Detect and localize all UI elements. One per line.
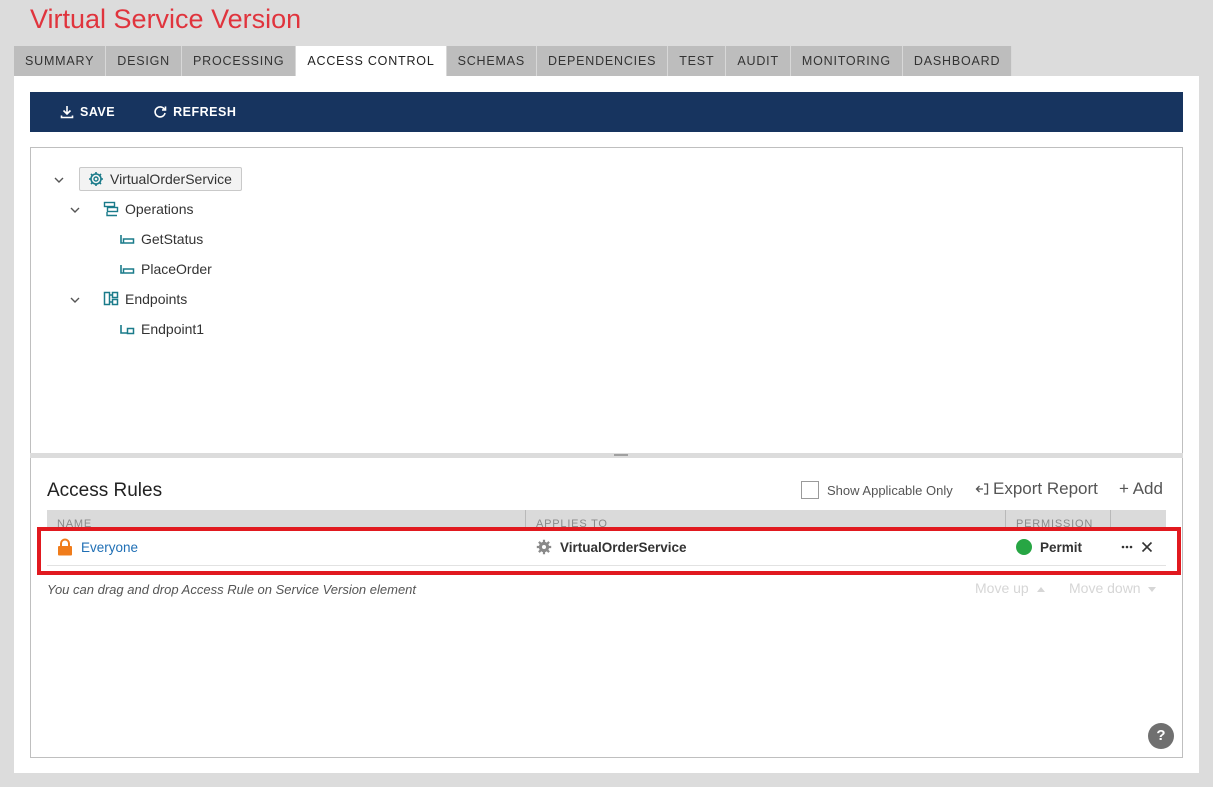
operation-icon <box>119 261 135 277</box>
column-header-name[interactable]: NAME <box>57 518 92 528</box>
more-options-icon[interactable] <box>1121 545 1133 549</box>
getstatus-label: GetStatus <box>141 231 204 247</box>
tab-schemas[interactable]: SCHEMAS <box>446 46 537 76</box>
rule-name-cell: Everyone <box>57 528 138 566</box>
page-title: Virtual Service Version <box>30 4 302 34</box>
add-rule-button[interactable]: + Add <box>1119 479 1163 499</box>
tab-monitoring[interactable]: MONITORING <box>790 46 903 76</box>
rule-name-link[interactable]: Everyone <box>81 540 138 555</box>
operations-label: Operations <box>125 201 194 217</box>
caret-up-icon <box>1036 586 1045 592</box>
tab-access-control[interactable]: ACCESS CONTROL <box>296 46 447 76</box>
gear-icon <box>536 539 552 555</box>
caret-down-icon <box>1148 586 1157 592</box>
tree-root-node[interactable]: VirtualOrderService <box>79 167 242 191</box>
endpoint-icon <box>119 321 135 337</box>
refresh-label: REFRESH <box>173 105 237 119</box>
column-header-applies-to[interactable]: APPLIES TO <box>536 518 608 528</box>
tab-dashboard[interactable]: DASHBOARD <box>902 46 1013 76</box>
rule-permission-value: Permit <box>1040 539 1083 555</box>
service-tree: VirtualOrderService Operations GetStatus… <box>30 147 1183 453</box>
column-divider[interactable] <box>1110 510 1111 528</box>
move-up-button[interactable]: Move up <box>975 580 1045 596</box>
tree-node-getstatus[interactable]: GetStatus <box>119 227 203 251</box>
chevron-down-icon[interactable] <box>68 293 82 307</box>
gear-icon <box>88 171 104 187</box>
tab-audit[interactable]: AUDIT <box>726 46 791 76</box>
export-report-label: Export Report <box>993 479 1098 498</box>
tab-processing[interactable]: PROCESSING <box>182 46 297 76</box>
endpoint1-label: Endpoint1 <box>141 321 205 337</box>
tree-root-label: VirtualOrderService <box>110 171 232 187</box>
export-report-button[interactable]: Export Report <box>975 479 1098 499</box>
splitter-grip[interactable] <box>614 454 628 456</box>
download-icon <box>60 106 74 119</box>
show-applicable-only-label: Show Applicable Only <box>827 482 953 498</box>
column-divider[interactable] <box>525 510 526 528</box>
tab-design[interactable]: DESIGN <box>106 46 183 76</box>
tree-node-endpoints[interactable]: Endpoints <box>103 287 187 311</box>
rules-grid-header: NAME APPLIES TO PERMISSION <box>47 510 1166 528</box>
export-icon <box>975 483 989 495</box>
drag-drop-hint: You can drag and drop Access Rule on Ser… <box>47 582 417 597</box>
access-rules-title: Access Rules <box>47 480 163 501</box>
operations-icon <box>103 201 119 217</box>
save-button[interactable]: SAVE <box>60 105 115 119</box>
delete-rule-icon[interactable] <box>1141 541 1153 553</box>
tree-node-endpoint1[interactable]: Endpoint1 <box>119 317 204 341</box>
access-rules-panel: Access Rules Show Applicable Only Export… <box>30 458 1183 758</box>
tab-test[interactable]: TEST <box>668 46 727 76</box>
placeorder-label: PlaceOrder <box>141 261 212 277</box>
tree-node-placeorder[interactable]: PlaceOrder <box>119 257 212 281</box>
column-header-permission[interactable]: PERMISSION <box>1016 518 1093 528</box>
refresh-icon <box>154 106 167 118</box>
endpoints-label: Endpoints <box>125 291 188 307</box>
show-applicable-only-toggle[interactable]: Show Applicable Only <box>801 481 953 499</box>
chevron-down-icon[interactable] <box>52 173 66 187</box>
save-label: SAVE <box>80 105 116 119</box>
move-up-label: Move up <box>975 580 1029 596</box>
permit-status-icon <box>1016 539 1032 555</box>
refresh-button[interactable]: REFRESH <box>153 105 236 119</box>
move-down-label: Move down <box>1069 580 1141 596</box>
tab-summary[interactable]: SUMMARY <box>14 46 107 76</box>
table-row[interactable]: Everyone VirtualOrderService Permit <box>47 528 1166 566</box>
endpoints-icon <box>103 291 119 307</box>
rule-applies-to-value: VirtualOrderService <box>560 539 687 555</box>
rule-applies-to-cell: VirtualOrderService <box>536 528 687 566</box>
content-panel: SAVE REFRESH VirtualOrderService Operati… <box>14 76 1199 773</box>
toolbar: SAVE REFRESH <box>30 92 1183 132</box>
move-down-button[interactable]: Move down <box>1069 580 1157 596</box>
help-button[interactable]: ? <box>1148 723 1174 749</box>
chevron-down-icon[interactable] <box>68 203 82 217</box>
tree-node-operations[interactable]: Operations <box>103 197 193 221</box>
rule-permission-cell: Permit <box>1016 528 1082 566</box>
lock-icon <box>57 538 73 556</box>
tab-dependencies[interactable]: DEPENDENCIES <box>537 46 669 76</box>
rule-actions-cell <box>1121 528 1153 566</box>
show-applicable-only-checkbox[interactable] <box>801 481 819 499</box>
column-divider[interactable] <box>1005 510 1006 528</box>
tab-bar: SUMMARY DESIGN PROCESSING ACCESS CONTROL… <box>14 46 1013 76</box>
operation-icon <box>119 231 135 247</box>
